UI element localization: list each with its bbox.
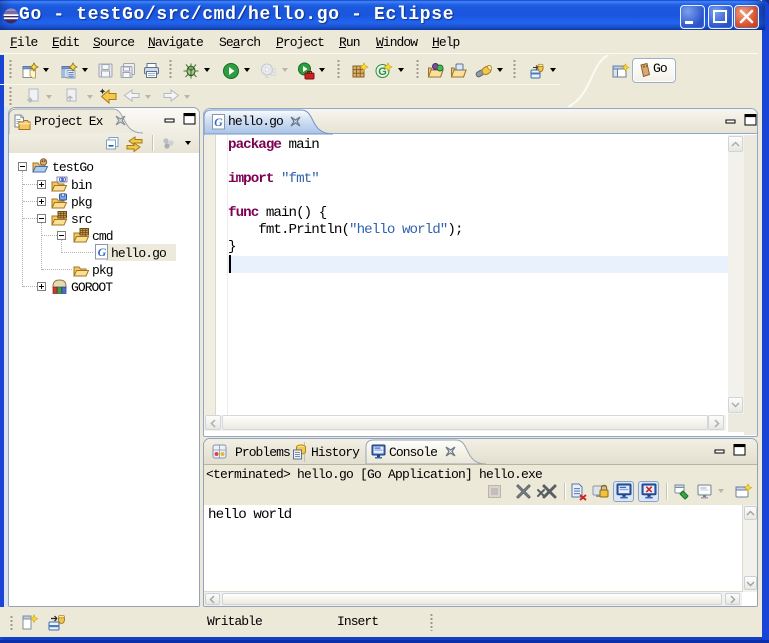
svg-text:G: G [98,245,107,259]
svg-text:010: 010 [59,177,66,183]
svg-text:G: G [214,115,223,129]
